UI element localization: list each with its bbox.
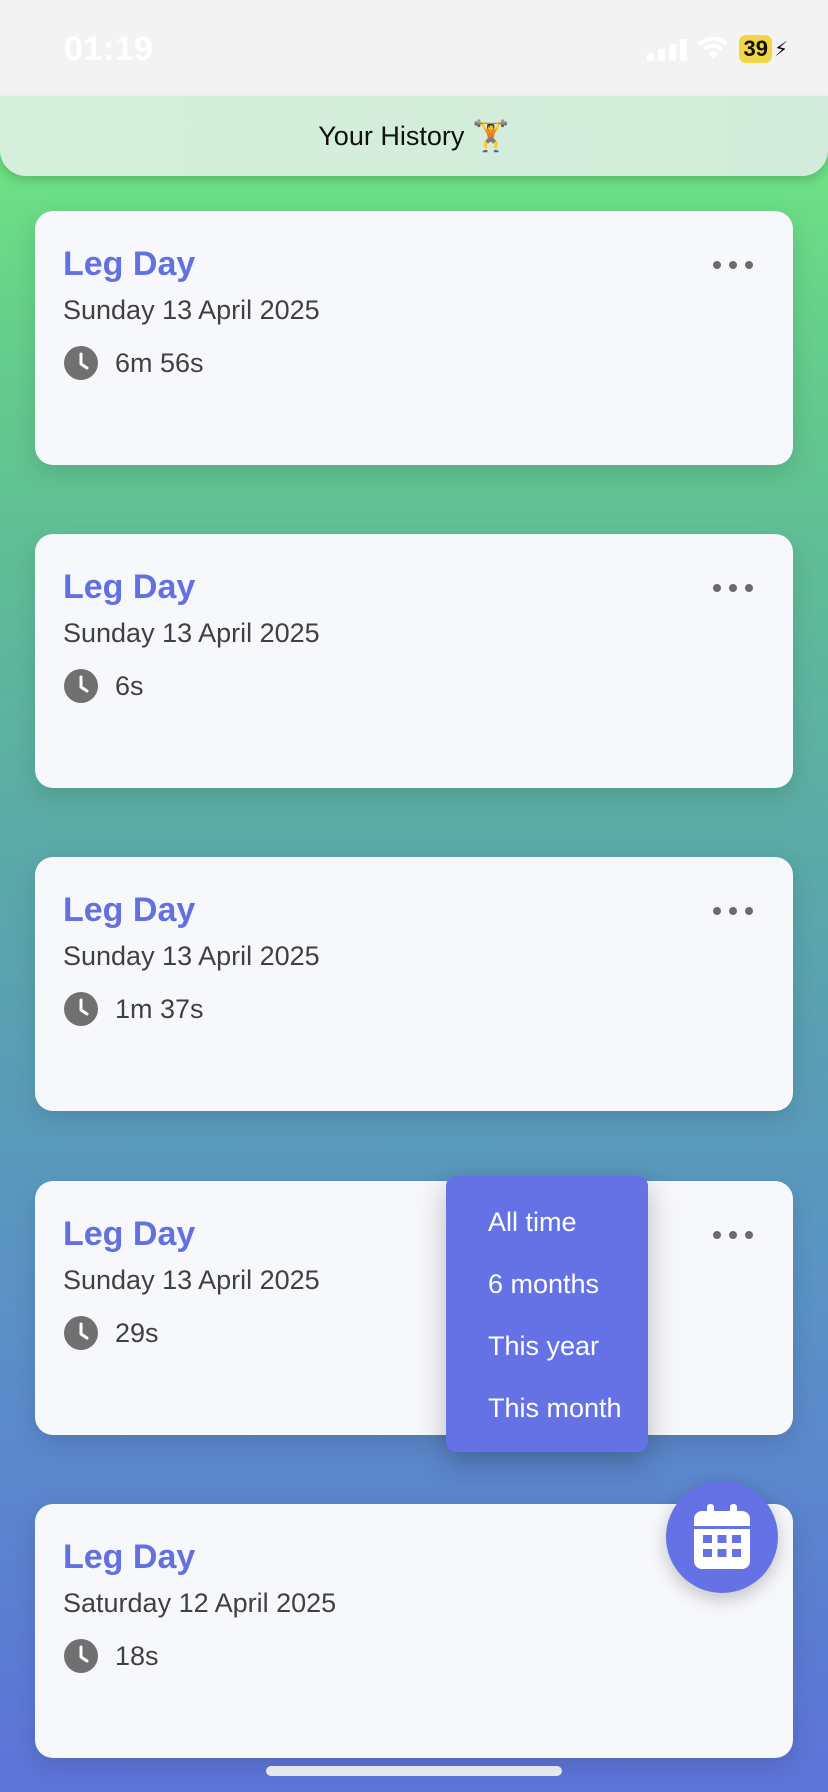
filter-option-this-month[interactable]: This month [488, 1393, 622, 1424]
filter-option-6-months[interactable]: 6 months [488, 1269, 599, 1300]
workout-date: Sunday 13 April 2025 [63, 295, 320, 325]
weightlifter-emoji-icon: 🏋️ [472, 119, 510, 153]
filter-option-this-year[interactable]: This year [488, 1331, 599, 1362]
status-time: 01:19 [64, 30, 154, 68]
workout-duration: 1m 37s [115, 993, 204, 1024]
more-options-icon[interactable] [713, 255, 753, 275]
filter-option-all-time[interactable]: All time [488, 1207, 577, 1238]
workout-duration-row: 18s [63, 1638, 159, 1674]
workout-date: Sunday 13 April 2025 [63, 941, 320, 971]
time-filter-menu: All time 6 months This year This month [446, 1176, 648, 1452]
workout-duration: 18s [115, 1640, 159, 1671]
more-options-icon[interactable] [713, 1225, 753, 1245]
page-title: Your History [318, 120, 465, 151]
status-icons: 39 ⚡ [647, 34, 788, 64]
status-bar: 01:19 39 ⚡ [0, 0, 828, 96]
workout-duration-row: 1m 37s [63, 991, 204, 1027]
home-indicator[interactable] [266, 1766, 562, 1776]
cellular-signal-icon [647, 37, 688, 61]
workout-title: Leg Day [63, 568, 196, 606]
workout-title: Leg Day [63, 1538, 196, 1576]
workout-card[interactable]: Leg Day Sunday 13 April 2025 6m 56s [35, 211, 793, 465]
workout-date: Sunday 13 April 2025 [63, 618, 320, 648]
workout-duration-row: 29s [63, 1315, 159, 1351]
workout-title: Leg Day [63, 891, 196, 929]
workout-title: Leg Day [63, 1215, 196, 1253]
clock-icon [64, 1639, 98, 1673]
clock-icon [64, 1316, 98, 1350]
calendar-button[interactable] [666, 1481, 778, 1593]
calendar-icon [694, 1504, 750, 1569]
clock-icon [64, 992, 98, 1026]
workout-duration-row: 6s [63, 668, 144, 704]
battery-level: 39 [739, 35, 772, 63]
workout-duration-row: 6m 56s [63, 345, 204, 381]
clock-icon [64, 346, 98, 380]
workout-title: Leg Day [63, 245, 196, 283]
page-header: Your History 🏋️ [0, 96, 828, 176]
workout-duration: 6m 56s [115, 347, 204, 378]
workout-duration: 29s [115, 1317, 159, 1348]
charging-bolt-icon: ⚡ [773, 38, 788, 61]
workout-date: Saturday 12 April 2025 [63, 1588, 337, 1618]
clock-icon [64, 669, 98, 703]
workout-card[interactable]: Leg Day Sunday 13 April 2025 6s [35, 534, 793, 788]
wifi-icon [698, 37, 729, 59]
more-options-icon[interactable] [713, 901, 753, 921]
more-options-icon[interactable] [713, 578, 753, 598]
workout-duration: 6s [115, 670, 144, 701]
workout-date: Sunday 13 April 2025 [63, 1265, 320, 1295]
workout-card[interactable]: Leg Day Sunday 13 April 2025 1m 37s [35, 857, 793, 1111]
workout-card[interactable]: Leg Day Sunday 13 April 2025 29s [35, 1181, 793, 1435]
battery-indicator: 39 ⚡ [739, 35, 788, 63]
